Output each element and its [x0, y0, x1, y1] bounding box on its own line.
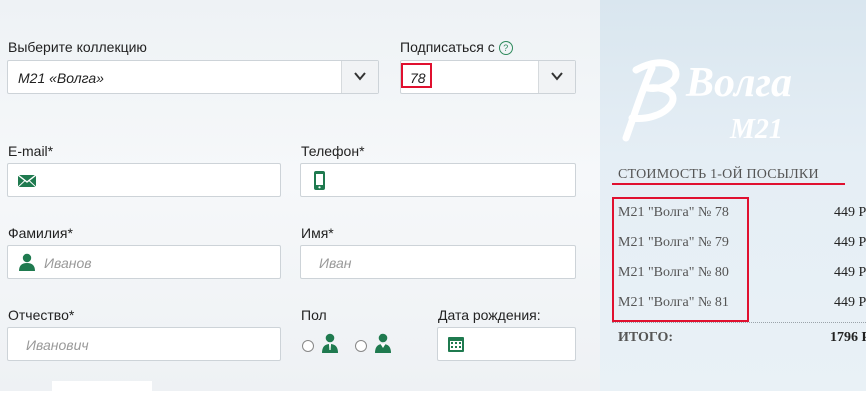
firstname-placeholder: Иван: [319, 255, 352, 271]
female-user-icon: [375, 333, 391, 353]
submit-button[interactable]: [52, 381, 152, 393]
volga-logo: Волга М21: [622, 59, 792, 145]
collection-dropdown-button[interactable]: [341, 61, 378, 93]
male-user-icon: [322, 333, 338, 353]
gender-male-radio[interactable]: [302, 340, 314, 352]
envelope-icon: [18, 175, 36, 187]
email-label: E-mail*: [8, 143, 54, 159]
user-icon: [19, 253, 35, 271]
birthdate-label: Дата рождения:: [438, 307, 541, 323]
total-price: 1796 Р: [830, 330, 866, 345]
lastname-placeholder: Иванов: [44, 255, 92, 271]
collection-label: Выберите коллекцию: [8, 39, 147, 55]
chevron-down-icon: [354, 72, 366, 81]
lastname-field[interactable]: Иванов: [7, 245, 281, 279]
chevron-down-icon: [551, 72, 563, 81]
title-underline: [612, 183, 845, 185]
highlight-box-items: [612, 197, 749, 322]
firstname-label: Имя*: [301, 225, 334, 241]
subscribe-label: Подписаться с?: [400, 39, 513, 55]
calendar-icon[interactable]: [448, 336, 464, 352]
summary-item-price: 449 Р: [834, 265, 866, 280]
gender-label: Пол: [301, 307, 327, 323]
collection-select[interactable]: М21 «Волга»: [7, 60, 379, 94]
lastname-label: Фамилия*: [8, 225, 73, 241]
firstname-field[interactable]: Иван: [300, 245, 576, 279]
patronymic-placeholder: Иванович: [26, 337, 89, 353]
logo-model-text: М21: [729, 114, 783, 145]
logo-script-text: Волга: [685, 60, 792, 106]
summary-title: СТОИМОСТЬ 1-ОЙ ПОСЫЛКИ: [618, 167, 819, 182]
highlight-box-subscribe: [401, 63, 432, 88]
total-label: ИТОГО:: [618, 330, 674, 345]
summary-divider: [612, 322, 866, 323]
subscribe-dropdown-button[interactable]: [538, 61, 575, 93]
birthdate-field[interactable]: [437, 327, 576, 361]
summary-item-price: 449 Р: [834, 295, 866, 310]
help-icon[interactable]: ?: [498, 41, 513, 55]
phone-icon: [314, 171, 325, 190]
summary-item-price: 449 Р: [834, 205, 866, 220]
phone-field[interactable]: [300, 163, 576, 197]
collection-value: М21 «Волга»: [18, 70, 104, 86]
phone-label: Телефон*: [301, 143, 365, 159]
patronymic-label: Отчество*: [8, 307, 75, 323]
subscribe-label-text: Подписаться с: [400, 39, 495, 55]
email-field[interactable]: [7, 163, 281, 197]
patronymic-field[interactable]: Иванович: [7, 327, 281, 361]
summary-item-price: 449 Р: [834, 235, 866, 250]
gender-female-radio[interactable]: [355, 340, 367, 352]
